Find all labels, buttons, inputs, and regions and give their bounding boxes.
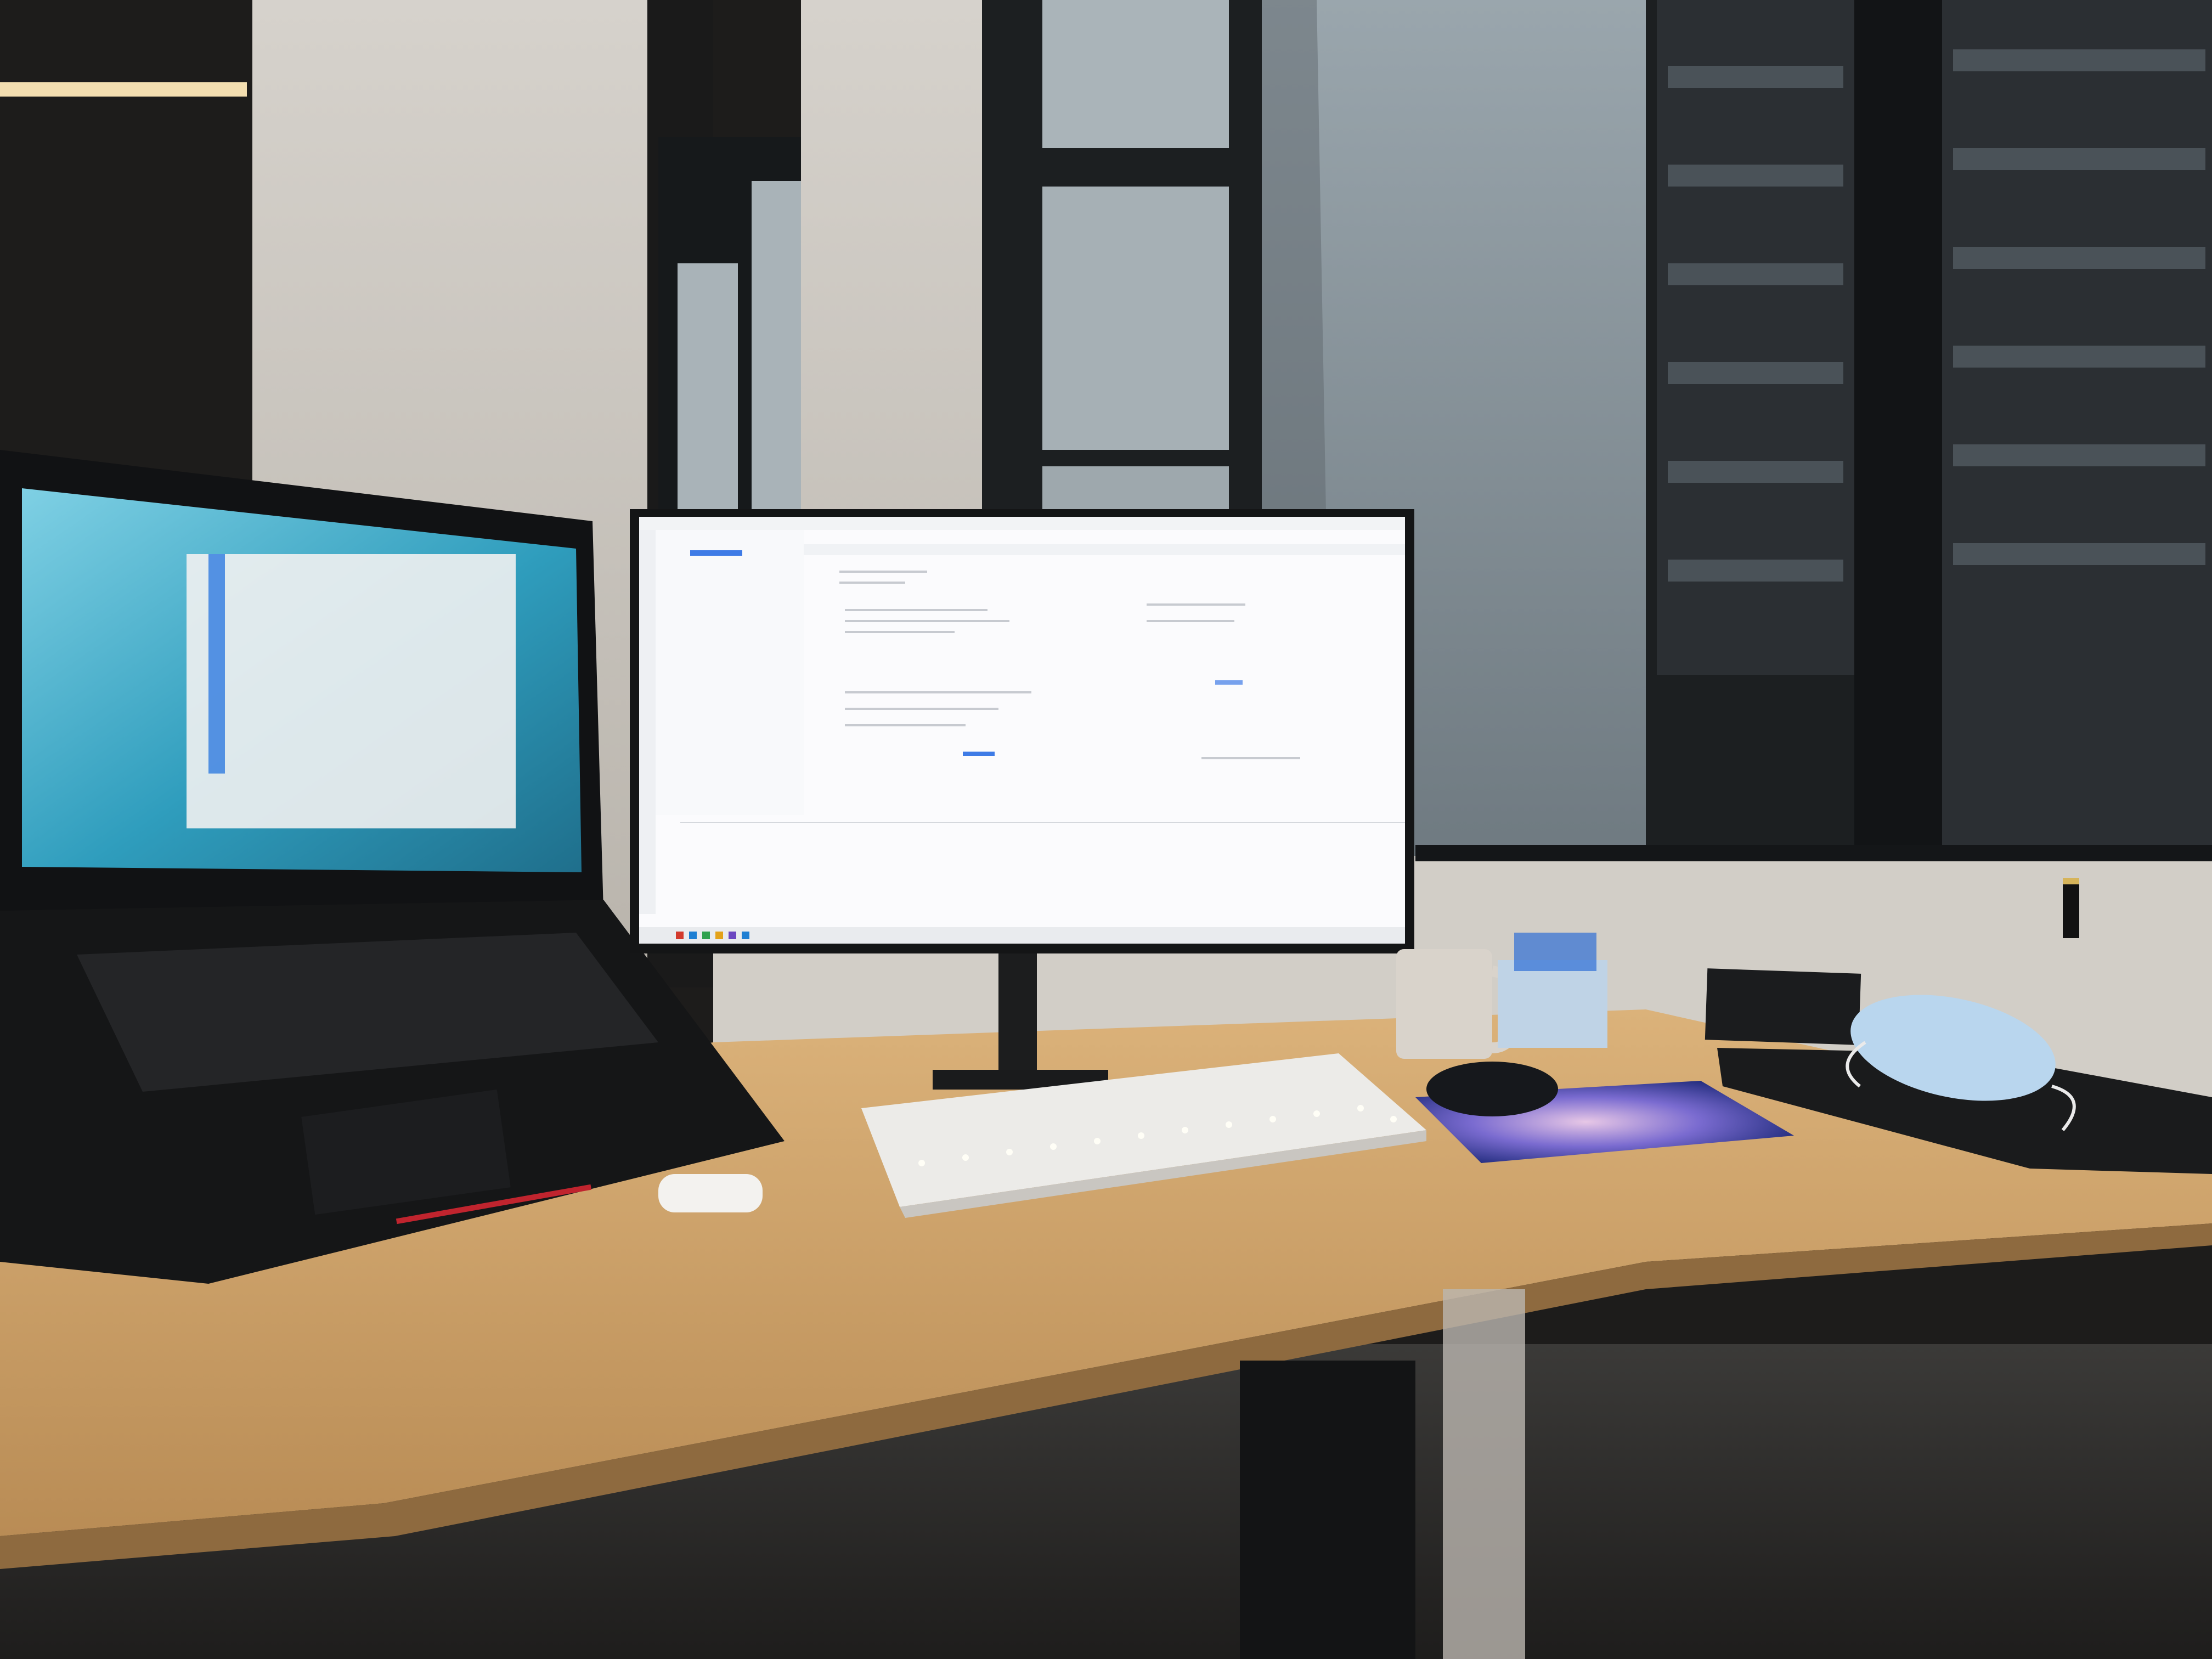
battery: [2063, 878, 2079, 938]
monitor-stand: [998, 953, 1037, 1085]
ide-menu-bar: [639, 517, 1405, 530]
earbuds-case: [658, 1174, 763, 1212]
mouse: [1426, 1062, 1558, 1116]
tissue-box: [1498, 960, 1607, 1048]
laptop-window: [187, 554, 516, 828]
windows-taskbar: [639, 927, 1405, 944]
phone-stand: [1705, 968, 1861, 1045]
ide-tree-selection: [690, 550, 742, 556]
mug: [1396, 949, 1492, 1059]
pc-tower: [1240, 1361, 1415, 1659]
office-desk-photo: [0, 0, 2212, 1659]
ide-file-tree: [656, 530, 804, 815]
ide-bottom-panel: [680, 822, 1405, 823]
ide-project-panel: [639, 530, 656, 914]
cable-tray: [1443, 1289, 1525, 1659]
ceiling-light-left: [0, 82, 247, 97]
ide-editor-tabs: [804, 544, 1405, 555]
